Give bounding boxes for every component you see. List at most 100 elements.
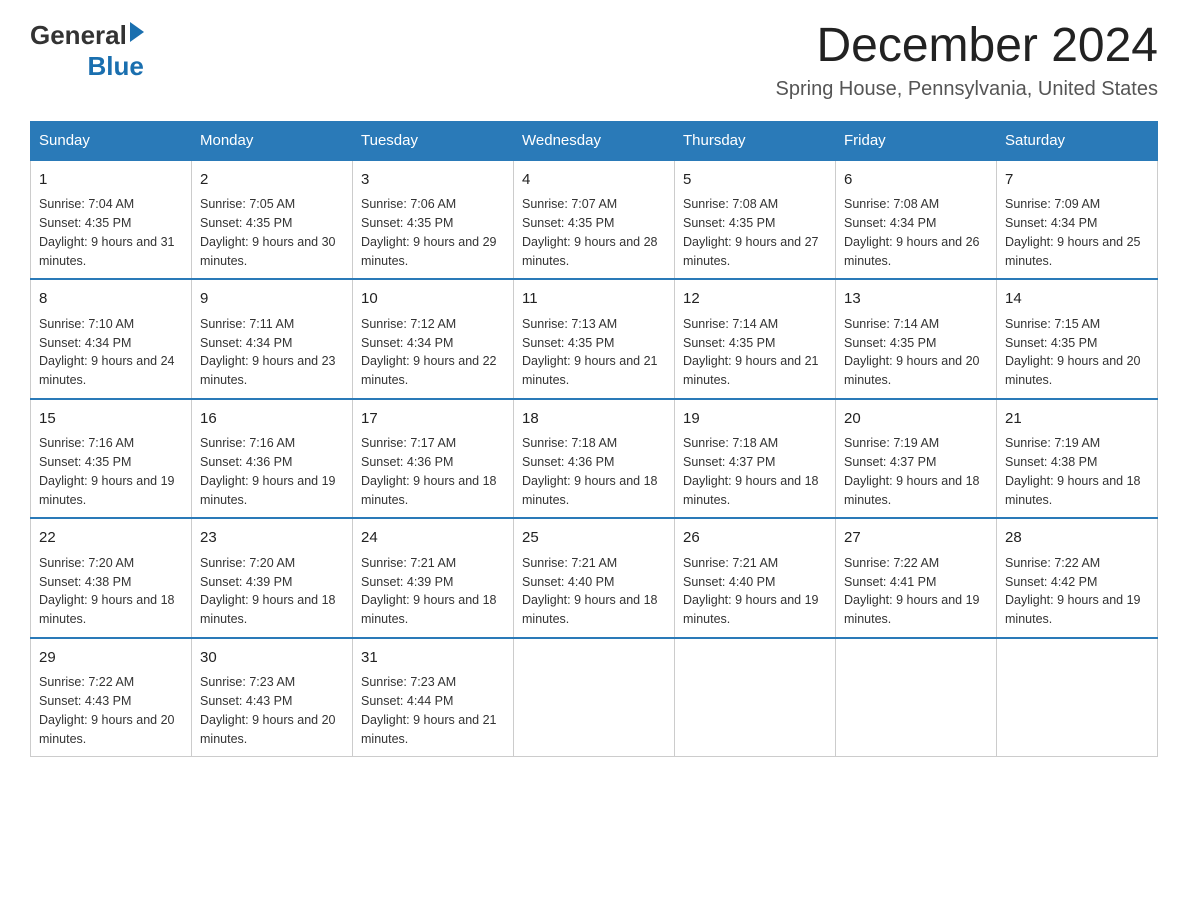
day-info: Sunrise: 7:04 AMSunset: 4:35 PMDaylight:…: [39, 197, 175, 267]
day-number: 13: [844, 288, 988, 311]
calendar-cell: 2 Sunrise: 7:05 AMSunset: 4:35 PMDayligh…: [192, 160, 353, 280]
day-number: 9: [200, 288, 344, 311]
day-info: Sunrise: 7:20 AMSunset: 4:38 PMDaylight:…: [39, 556, 175, 626]
day-info: Sunrise: 7:14 AMSunset: 4:35 PMDaylight:…: [683, 317, 819, 387]
day-info: Sunrise: 7:13 AMSunset: 4:35 PMDaylight:…: [522, 317, 658, 387]
month-title: December 2024: [776, 20, 1158, 73]
calendar-cell: 15 Sunrise: 7:16 AMSunset: 4:35 PMDaylig…: [31, 399, 192, 519]
day-number: 11: [522, 288, 666, 311]
day-number: 6: [844, 169, 988, 192]
day-info: Sunrise: 7:18 AMSunset: 4:36 PMDaylight:…: [522, 436, 658, 506]
day-number: 7: [1005, 169, 1149, 192]
day-number: 27: [844, 527, 988, 550]
calendar-cell: [675, 638, 836, 757]
calendar-cell: 16 Sunrise: 7:16 AMSunset: 4:36 PMDaylig…: [192, 399, 353, 519]
day-number: 20: [844, 408, 988, 431]
day-info: Sunrise: 7:16 AMSunset: 4:35 PMDaylight:…: [39, 436, 175, 506]
day-info: Sunrise: 7:19 AMSunset: 4:37 PMDaylight:…: [844, 436, 980, 506]
day-info: Sunrise: 7:14 AMSunset: 4:35 PMDaylight:…: [844, 317, 980, 387]
day-number: 17: [361, 408, 505, 431]
calendar-cell: 8 Sunrise: 7:10 AMSunset: 4:34 PMDayligh…: [31, 279, 192, 399]
day-info: Sunrise: 7:19 AMSunset: 4:38 PMDaylight:…: [1005, 436, 1141, 506]
day-info: Sunrise: 7:22 AMSunset: 4:42 PMDaylight:…: [1005, 556, 1141, 626]
calendar-cell: 31 Sunrise: 7:23 AMSunset: 4:44 PMDaylig…: [353, 638, 514, 757]
calendar-cell: [514, 638, 675, 757]
weekday-header-tuesday: Tuesday: [353, 121, 514, 160]
calendar-cell: 17 Sunrise: 7:17 AMSunset: 4:36 PMDaylig…: [353, 399, 514, 519]
weekday-header-sunday: Sunday: [31, 121, 192, 160]
day-number: 19: [683, 408, 827, 431]
day-number: 15: [39, 408, 183, 431]
day-number: 5: [683, 169, 827, 192]
day-info: Sunrise: 7:21 AMSunset: 4:39 PMDaylight:…: [361, 556, 497, 626]
day-number: 2: [200, 169, 344, 192]
day-number: 8: [39, 288, 183, 311]
calendar-cell: 6 Sunrise: 7:08 AMSunset: 4:34 PMDayligh…: [836, 160, 997, 280]
calendar-table: SundayMondayTuesdayWednesdayThursdayFrid…: [30, 121, 1158, 758]
day-number: 28: [1005, 527, 1149, 550]
day-number: 24: [361, 527, 505, 550]
weekday-header-saturday: Saturday: [997, 121, 1158, 160]
day-number: 22: [39, 527, 183, 550]
day-number: 10: [361, 288, 505, 311]
day-number: 4: [522, 169, 666, 192]
calendar-cell: 18 Sunrise: 7:18 AMSunset: 4:36 PMDaylig…: [514, 399, 675, 519]
day-number: 1: [39, 169, 183, 192]
day-number: 30: [200, 647, 344, 670]
weekday-header-wednesday: Wednesday: [514, 121, 675, 160]
day-info: Sunrise: 7:08 AMSunset: 4:34 PMDaylight:…: [844, 197, 980, 267]
calendar-cell: 1 Sunrise: 7:04 AMSunset: 4:35 PMDayligh…: [31, 160, 192, 280]
calendar-cell: 20 Sunrise: 7:19 AMSunset: 4:37 PMDaylig…: [836, 399, 997, 519]
calendar-cell: 23 Sunrise: 7:20 AMSunset: 4:39 PMDaylig…: [192, 518, 353, 638]
calendar-week-4: 22 Sunrise: 7:20 AMSunset: 4:38 PMDaylig…: [31, 518, 1158, 638]
day-info: Sunrise: 7:21 AMSunset: 4:40 PMDaylight:…: [683, 556, 819, 626]
calendar-cell: 28 Sunrise: 7:22 AMSunset: 4:42 PMDaylig…: [997, 518, 1158, 638]
calendar-cell: 27 Sunrise: 7:22 AMSunset: 4:41 PMDaylig…: [836, 518, 997, 638]
calendar-cell: 29 Sunrise: 7:22 AMSunset: 4:43 PMDaylig…: [31, 638, 192, 757]
day-number: 16: [200, 408, 344, 431]
day-info: Sunrise: 7:06 AMSunset: 4:35 PMDaylight:…: [361, 197, 497, 267]
calendar-body: 1 Sunrise: 7:04 AMSunset: 4:35 PMDayligh…: [31, 160, 1158, 757]
day-info: Sunrise: 7:20 AMSunset: 4:39 PMDaylight:…: [200, 556, 336, 626]
calendar-week-3: 15 Sunrise: 7:16 AMSunset: 4:35 PMDaylig…: [31, 399, 1158, 519]
logo-general: General: [30, 20, 127, 51]
day-number: 18: [522, 408, 666, 431]
day-number: 12: [683, 288, 827, 311]
calendar-cell: 10 Sunrise: 7:12 AMSunset: 4:34 PMDaylig…: [353, 279, 514, 399]
day-info: Sunrise: 7:23 AMSunset: 4:44 PMDaylight:…: [361, 675, 497, 745]
day-number: 21: [1005, 408, 1149, 431]
day-info: Sunrise: 7:08 AMSunset: 4:35 PMDaylight:…: [683, 197, 819, 267]
logo-arrow-icon: [130, 22, 144, 42]
day-info: Sunrise: 7:21 AMSunset: 4:40 PMDaylight:…: [522, 556, 658, 626]
day-info: Sunrise: 7:15 AMSunset: 4:35 PMDaylight:…: [1005, 317, 1141, 387]
calendar-cell: 22 Sunrise: 7:20 AMSunset: 4:38 PMDaylig…: [31, 518, 192, 638]
calendar-cell: 26 Sunrise: 7:21 AMSunset: 4:40 PMDaylig…: [675, 518, 836, 638]
title-section: December 2024 Spring House, Pennsylvania…: [776, 20, 1158, 101]
calendar-cell: 21 Sunrise: 7:19 AMSunset: 4:38 PMDaylig…: [997, 399, 1158, 519]
day-number: 23: [200, 527, 344, 550]
calendar-cell: 9 Sunrise: 7:11 AMSunset: 4:34 PMDayligh…: [192, 279, 353, 399]
day-info: Sunrise: 7:18 AMSunset: 4:37 PMDaylight:…: [683, 436, 819, 506]
calendar-cell: 3 Sunrise: 7:06 AMSunset: 4:35 PMDayligh…: [353, 160, 514, 280]
calendar-cell: 7 Sunrise: 7:09 AMSunset: 4:34 PMDayligh…: [997, 160, 1158, 280]
calendar-week-5: 29 Sunrise: 7:22 AMSunset: 4:43 PMDaylig…: [31, 638, 1158, 757]
calendar-cell: [997, 638, 1158, 757]
page-header: General Blue December 2024 Spring House,…: [30, 20, 1158, 101]
day-number: 26: [683, 527, 827, 550]
calendar-cell: 14 Sunrise: 7:15 AMSunset: 4:35 PMDaylig…: [997, 279, 1158, 399]
day-info: Sunrise: 7:11 AMSunset: 4:34 PMDaylight:…: [200, 317, 336, 387]
calendar-cell: 5 Sunrise: 7:08 AMSunset: 4:35 PMDayligh…: [675, 160, 836, 280]
calendar-week-1: 1 Sunrise: 7:04 AMSunset: 4:35 PMDayligh…: [31, 160, 1158, 280]
calendar-cell: 13 Sunrise: 7:14 AMSunset: 4:35 PMDaylig…: [836, 279, 997, 399]
location-title: Spring House, Pennsylvania, United State…: [776, 78, 1158, 101]
logo-blue: Blue: [87, 51, 143, 82]
day-info: Sunrise: 7:07 AMSunset: 4:35 PMDaylight:…: [522, 197, 658, 267]
calendar-week-2: 8 Sunrise: 7:10 AMSunset: 4:34 PMDayligh…: [31, 279, 1158, 399]
day-info: Sunrise: 7:22 AMSunset: 4:41 PMDaylight:…: [844, 556, 980, 626]
day-info: Sunrise: 7:22 AMSunset: 4:43 PMDaylight:…: [39, 675, 175, 745]
calendar-header-row: SundayMondayTuesdayWednesdayThursdayFrid…: [31, 121, 1158, 160]
day-number: 31: [361, 647, 505, 670]
day-info: Sunrise: 7:17 AMSunset: 4:36 PMDaylight:…: [361, 436, 497, 506]
day-number: 3: [361, 169, 505, 192]
day-info: Sunrise: 7:12 AMSunset: 4:34 PMDaylight:…: [361, 317, 497, 387]
